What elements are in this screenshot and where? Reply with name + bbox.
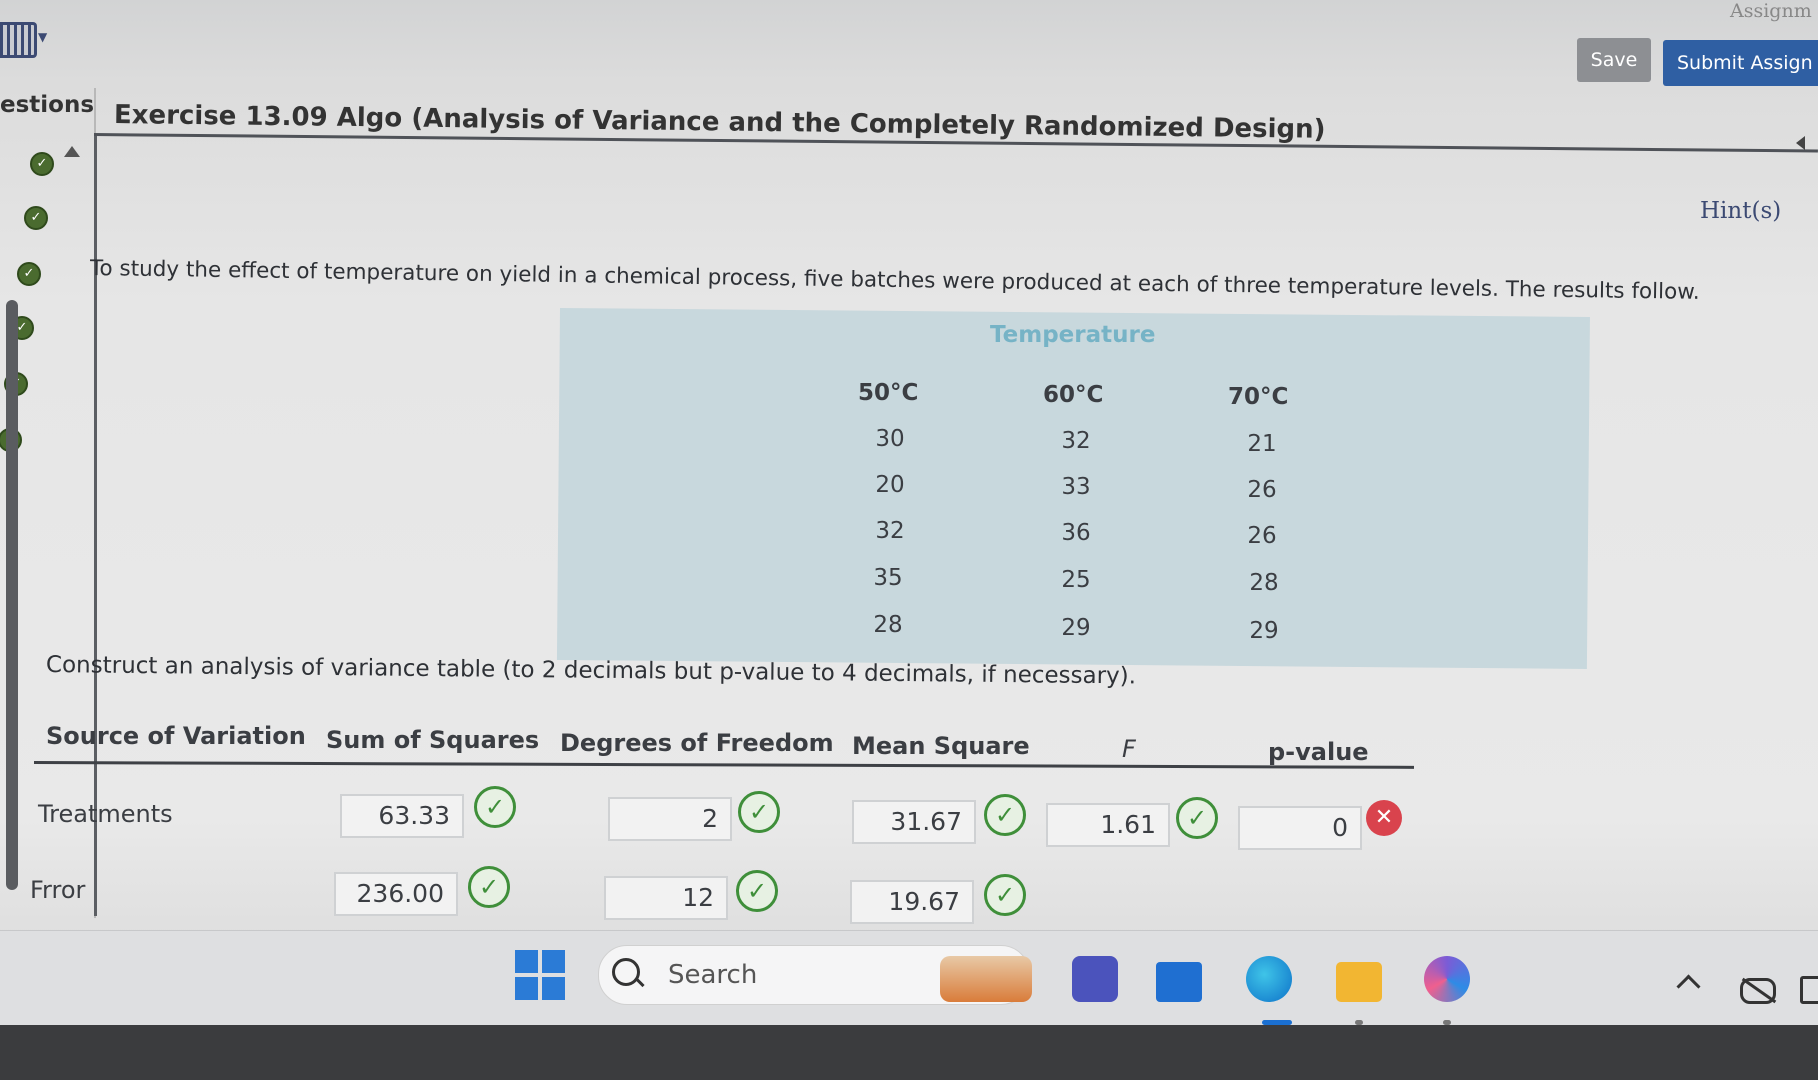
keyboard-icon[interactable]: [0, 22, 37, 58]
correct-check-icon: ✓: [738, 791, 780, 833]
search-icon: [612, 958, 640, 986]
chevron-down-icon[interactable]: ▼: [38, 30, 47, 44]
screen: ▼ Assignm Save Submit Assign estions ✓ ✓…: [0, 0, 1818, 1025]
data-cell: 20: [875, 472, 905, 498]
treatments-df-input[interactable]: 2: [608, 797, 732, 841]
mail-icon[interactable]: [1156, 962, 1202, 1002]
anova-header-degrees-of-freedom: Degrees of Freedom: [560, 729, 834, 757]
data-cell: 32: [875, 518, 905, 544]
assignment-label: Assignm: [1730, 0, 1812, 22]
anova-row-label-treatments: Treatments: [38, 800, 173, 828]
treatments-ms-input[interactable]: 31.67: [852, 800, 976, 844]
treatments-f-input[interactable]: 1.61: [1046, 803, 1170, 847]
keyboard-layout-icon[interactable]: [1800, 976, 1818, 1004]
taskbar-search-placeholder: Search: [668, 960, 758, 990]
anova-header-sum-of-squares: Sum of Squares: [326, 726, 540, 754]
data-table-title: Temperature: [990, 322, 1156, 348]
file-explorer-icon[interactable]: [1336, 962, 1382, 1002]
treatments-p-value-input[interactable]: 0: [1238, 806, 1362, 850]
column-header-60c: 60°C: [1043, 382, 1104, 408]
correct-check-icon: ✓: [984, 794, 1026, 836]
correct-check-icon: ✓: [474, 786, 516, 828]
windows-start-icon[interactable]: [515, 950, 565, 1000]
question-1-check-icon[interactable]: ✓: [30, 152, 54, 176]
error-df-input[interactable]: 12: [604, 876, 728, 920]
scroll-up-icon[interactable]: [64, 146, 80, 157]
question-3-check-icon[interactable]: ✓: [17, 262, 41, 286]
data-cell: 36: [1061, 520, 1091, 546]
column-header-50c: 50°C: [858, 380, 919, 406]
widgets-icon[interactable]: [940, 956, 1032, 1002]
teams-icon[interactable]: [1072, 956, 1118, 1002]
correct-check-icon: ✓: [468, 866, 510, 908]
anova-header-f: F: [1122, 735, 1136, 763]
error-ss-input[interactable]: 236.00: [334, 872, 458, 916]
data-cell: 29: [1061, 615, 1091, 641]
data-cell: 28: [1249, 570, 1279, 596]
anova-header-divider: [33, 761, 1414, 769]
correct-check-icon: ✓: [984, 874, 1026, 916]
anova-header-mean-square: Mean Square: [852, 732, 1030, 760]
question-list-scrollbar[interactable]: [6, 300, 18, 890]
anova-header-source: Source of Variation: [46, 722, 306, 750]
error-ms-input[interactable]: 19.67: [850, 880, 974, 924]
treatments-ss-input[interactable]: 63.33: [340, 794, 464, 838]
edge-icon[interactable]: [1246, 956, 1292, 1002]
monitor-bezel: [0, 1025, 1818, 1080]
submit-assignment-button[interactable]: Submit Assign: [1663, 40, 1818, 86]
onedrive-offline-icon[interactable]: [1740, 978, 1776, 1004]
top-toolbar: ▼ Assignm Save Submit Assign: [0, 0, 1818, 88]
data-cell: 30: [875, 426, 905, 452]
data-cell: 26: [1247, 523, 1277, 549]
correct-check-icon: ✓: [736, 870, 778, 912]
hints-link[interactable]: Hint(s): [1700, 198, 1781, 224]
data-cell: 21: [1247, 431, 1277, 457]
panel-border: [94, 136, 97, 916]
data-cell: 25: [1061, 567, 1091, 593]
data-cell: 33: [1061, 474, 1091, 500]
copilot-icon[interactable]: [1424, 956, 1470, 1002]
correct-check-icon: ✓: [1176, 797, 1218, 839]
data-cell: 32: [1061, 428, 1091, 454]
data-cell: 29: [1249, 618, 1279, 644]
save-button[interactable]: Save: [1577, 38, 1651, 82]
incorrect-x-icon: ✕: [1366, 800, 1402, 836]
anova-header-p-value: p-value: [1268, 738, 1369, 766]
column-header-70c: 70°C: [1228, 384, 1289, 410]
collapse-left-icon[interactable]: [1796, 136, 1805, 150]
data-cell: 28: [873, 612, 903, 638]
question-2-check-icon[interactable]: ✓: [24, 206, 48, 230]
problem-statement: To study the effect of temperature on yi…: [89, 256, 1700, 305]
anova-row-label-error: Frror: [30, 876, 86, 904]
data-cell: 35: [873, 565, 903, 591]
data-cell: 26: [1247, 477, 1277, 503]
